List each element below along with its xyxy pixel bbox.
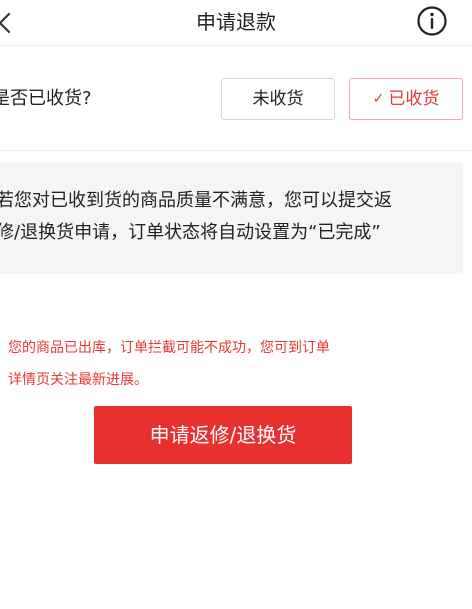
notice-line: 若您对已收到货的商品质量不满意，您可以提交返	[0, 190, 392, 211]
received-button-label: 已收货	[388, 89, 440, 109]
received-button[interactable]: ✓ 已收货	[349, 78, 463, 120]
received-question-row: 是否已收货? 未收货 ✓ 已收货	[0, 47, 472, 151]
check-icon: ✓	[372, 91, 385, 107]
not-received-button[interactable]: 未收货	[221, 78, 335, 120]
header-bar: 申请退款	[0, 0, 472, 46]
not-received-button-label: 未收货	[252, 89, 304, 109]
warning-text: 您的商品已出库，订单拦截可能不成功，您可到订单 详情页关注最新进展。	[8, 332, 448, 396]
notice-box: 若您对已收到货的商品质量不满意，您可以提交返 修/退换货申请，订单状态将自动设置…	[0, 163, 463, 274]
page-title: 申请退款	[196, 10, 276, 34]
warning-line: 您的商品已出库，订单拦截可能不成功，您可到订单	[8, 340, 330, 356]
notice-text: 若您对已收到货的商品质量不满意，您可以提交返 修/退换货申请，订单状态将自动设置…	[0, 185, 466, 249]
apply-repair-exchange-button[interactable]: 申请返修/退换货	[94, 406, 352, 464]
info-circle-icon[interactable]	[416, 5, 448, 37]
warning-line: 详情页关注最新进展。	[8, 372, 148, 388]
received-question-label: 是否已收货?	[0, 88, 92, 109]
notice-line: 修/退换货申请，订单状态将自动设置为“已完成”	[0, 222, 381, 243]
